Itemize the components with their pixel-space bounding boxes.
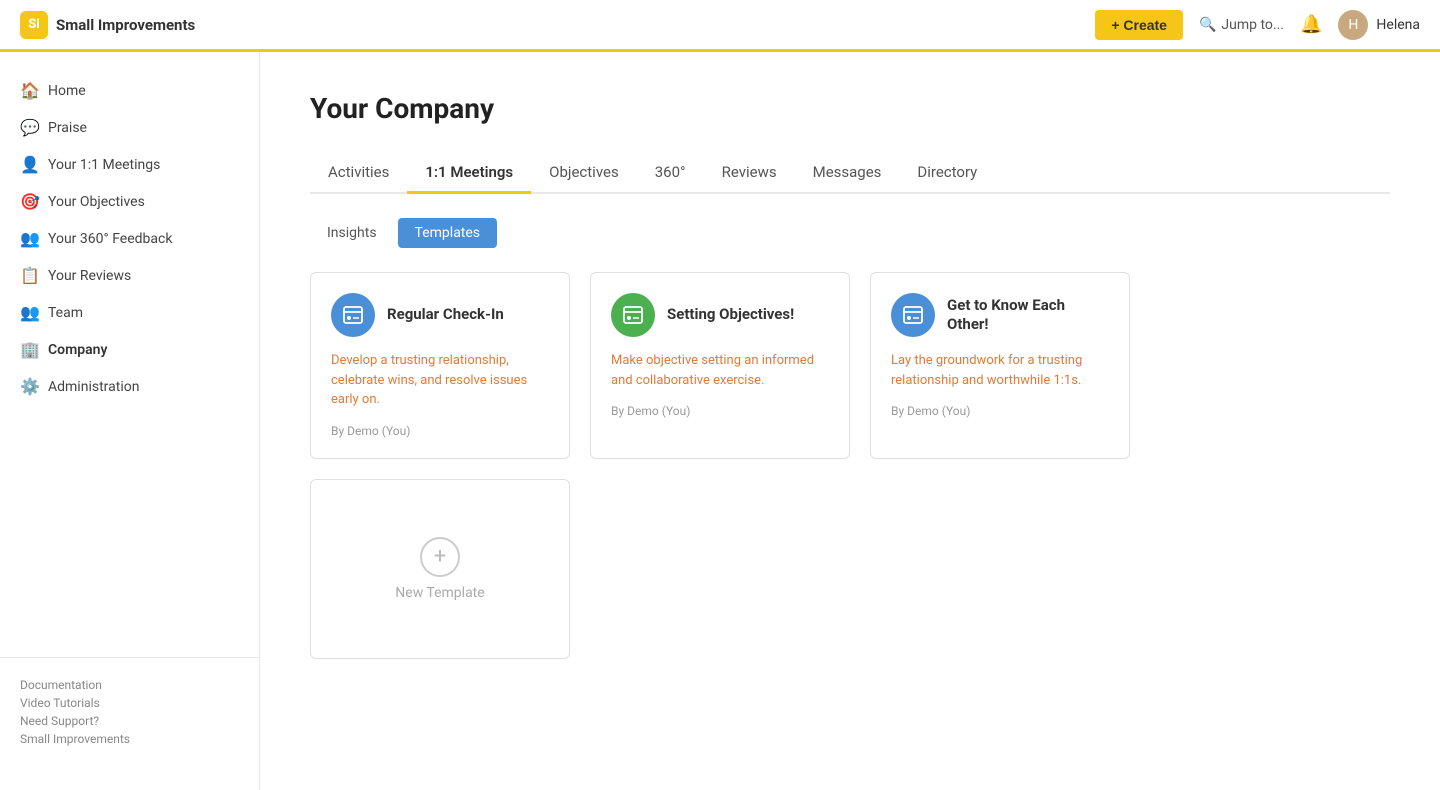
sidebar-item-label: Team (48, 305, 83, 321)
sidebar-nav: 🏠 Home 💬 Praise 👤 Your 1:1 Meetings 🎯 Your Obje… (0, 72, 259, 657)
tab-messages[interactable]: Messages (795, 153, 900, 194)
new-template-card[interactable]: + New Template (310, 479, 570, 659)
app-logo[interactable]: Si Small Improvements (20, 11, 195, 39)
card-header: Get to Know Each Other! (891, 293, 1109, 337)
sidebar-item-company[interactable]: 🏢 Company (0, 331, 259, 368)
tab-objectives[interactable]: Objectives (531, 153, 637, 194)
card-icon (891, 293, 935, 337)
topnav: Si Small Improvements + Create 🔍 Jump to… (0, 0, 1440, 52)
user-menu[interactable]: H Helena (1338, 10, 1420, 40)
footer-link-small-improvements[interactable]: Small Improvements (20, 732, 239, 746)
card-title: Setting Objectives! (667, 305, 794, 325)
card-author: By Demo (You) (611, 404, 829, 418)
avatar: H (1338, 10, 1368, 40)
sidebar-item-label: Your Objectives (48, 194, 145, 210)
sidebar-item-team[interactable]: 👥 Team (0, 294, 259, 331)
feedback-icon: 👥 (20, 229, 38, 248)
sidebar-item-label: Praise (48, 120, 87, 136)
sidebar-item-reviews[interactable]: 📋 Your Reviews (0, 257, 259, 294)
jump-to[interactable]: 🔍 Jump to... (1199, 17, 1284, 33)
team-icon: 👥 (20, 303, 38, 322)
create-button[interactable]: + Create (1095, 10, 1183, 40)
sidebar-item-label: Your 360° Feedback (48, 231, 172, 247)
card-icon (331, 293, 375, 337)
sidebar-item-meetings[interactable]: 👤 Your 1:1 Meetings (0, 146, 259, 183)
sidebar-footer: Documentation Video Tutorials Need Support… (0, 657, 259, 770)
tab-reviews[interactable]: Reviews (704, 153, 795, 194)
card-header: Setting Objectives! (611, 293, 829, 337)
card-header: Regular Check-In (331, 293, 549, 337)
footer-link-documentation[interactable]: Documentation (20, 678, 239, 692)
meetings-icon: 👤 (20, 155, 38, 174)
sidebar: 🏠 Home 💬 Praise 👤 Your 1:1 Meetings 🎯 Your Obje… (0, 52, 260, 790)
tab-meetings[interactable]: 1:1 Meetings (407, 153, 531, 194)
page-title: Your Company (310, 92, 1390, 125)
plus-icon: + (420, 537, 460, 577)
sidebar-item-label: Home (48, 83, 86, 99)
search-icon: 🔍 (1199, 17, 1216, 33)
layout: 🏠 Home 💬 Praise 👤 Your 1:1 Meetings 🎯 Your Obje… (0, 52, 1440, 790)
sidebar-item-objectives[interactable]: 🎯 Your Objectives (0, 183, 259, 220)
jump-to-label: Jump to... (1221, 17, 1284, 33)
card-title: Get to Know Each Other! (947, 296, 1109, 335)
card-author: By Demo (You) (891, 404, 1109, 418)
subtab-insights[interactable]: Insights (310, 218, 394, 248)
card-author: By Demo (You) (331, 424, 549, 438)
card-description: Lay the groundwork for a trusting relati… (891, 351, 1109, 390)
sidebar-item-praise[interactable]: 💬 Praise (0, 109, 259, 146)
subtab-templates[interactable]: Templates (398, 218, 498, 248)
notifications-icon[interactable]: 🔔 (1300, 14, 1322, 35)
card-icon (611, 293, 655, 337)
template-card-get-to-know[interactable]: Get to Know Each Other! Lay the groundwo… (870, 272, 1130, 459)
logo-badge: Si (20, 11, 48, 39)
card-description: Develop a trusting relationship, celebra… (331, 351, 549, 410)
topnav-right: + Create 🔍 Jump to... 🔔 H Helena (1095, 10, 1420, 40)
sidebar-item-admin[interactable]: ⚙️ Administration (0, 368, 259, 405)
praise-icon: 💬 (20, 118, 38, 137)
app-name: Small Improvements (56, 16, 195, 34)
tab-360[interactable]: 360° (637, 153, 704, 194)
admin-icon: ⚙️ (20, 377, 38, 396)
card-title: Regular Check-In (387, 305, 504, 325)
subtabs-row: InsightsTemplates (310, 218, 1390, 248)
card-description: Make objective setting an informed and c… (611, 351, 829, 390)
user-name: Helena (1376, 17, 1420, 33)
home-icon: 🏠 (20, 81, 38, 100)
sidebar-item-label: Company (48, 342, 107, 358)
reviews-icon: 📋 (20, 266, 38, 285)
main-tabs: Activities1:1 MeetingsObjectives360°Revi… (310, 153, 1390, 194)
sidebar-item-label: Administration (48, 379, 139, 395)
objectives-icon: 🎯 (20, 192, 38, 211)
tab-activities[interactable]: Activities (310, 153, 407, 194)
new-template-label: New Template (395, 585, 484, 601)
footer-link-video-tutorials[interactable]: Video Tutorials (20, 696, 239, 710)
tab-directory[interactable]: Directory (899, 153, 995, 194)
sidebar-item-feedback[interactable]: 👥 Your 360° Feedback (0, 220, 259, 257)
company-icon: 🏢 (20, 340, 38, 359)
sidebar-item-label: Your Reviews (48, 268, 131, 284)
footer-link-need-support?[interactable]: Need Support? (20, 714, 239, 728)
main-content: Your Company Activities1:1 MeetingsObjec… (260, 52, 1440, 790)
template-card-regular-checkin[interactable]: Regular Check-In Develop a trusting rela… (310, 272, 570, 459)
sidebar-item-label: Your 1:1 Meetings (48, 157, 160, 173)
cards-grid: Regular Check-In Develop a trusting rela… (310, 272, 1390, 659)
template-card-setting-objectives[interactable]: Setting Objectives! Make objective setti… (590, 272, 850, 459)
sidebar-item-home[interactable]: 🏠 Home (0, 72, 259, 109)
